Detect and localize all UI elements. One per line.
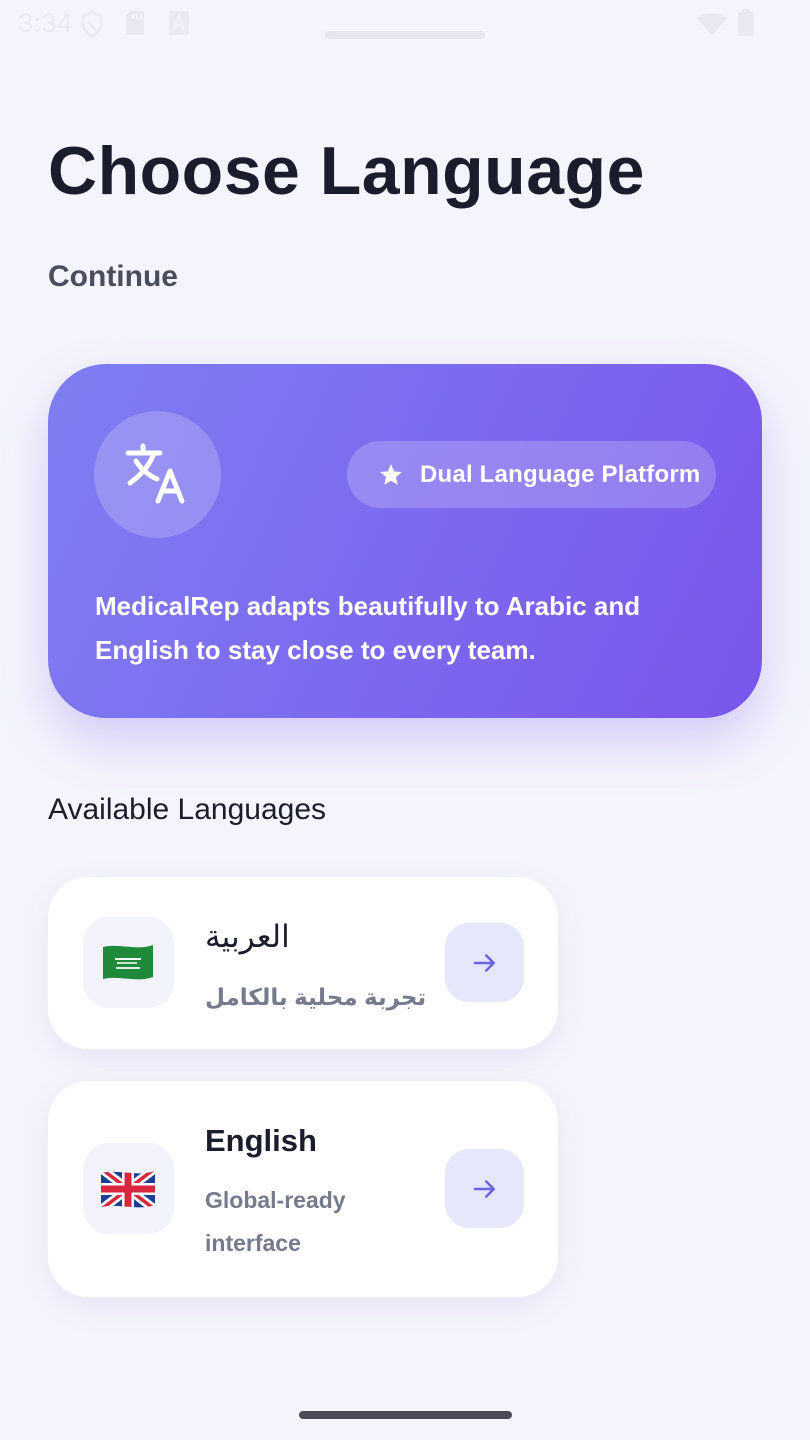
hero-description: MedicalRep adapts beautifully to Arabic …: [95, 591, 641, 665]
status-time: 3:34: [18, 8, 73, 38]
badge-label: Dual Language Platform: [420, 460, 701, 488]
translate-icon-container: [94, 411, 221, 538]
star-icon: [378, 462, 404, 488]
language-subtitle-english: Global-ready interface: [205, 1187, 346, 1256]
language-name-english: English: [205, 1123, 317, 1158]
wifi-icon: [696, 12, 728, 41]
language-subtitle-arabic: تجربة محلية بالكامل: [205, 984, 427, 1010]
dual-language-badge: Dual Language Platform: [347, 441, 716, 508]
saudi-flag-icon: [103, 945, 153, 980]
status-bar: 3:34: [0, 0, 810, 48]
top-drag-handle: [325, 31, 485, 39]
language-card-english[interactable]: English Global-ready interface: [48, 1081, 558, 1297]
home-indicator[interactable]: [299, 1411, 512, 1419]
flag-container: [83, 917, 174, 1008]
font-a-icon: [168, 10, 190, 41]
sd-card-icon: [124, 10, 146, 41]
select-english-button[interactable]: [445, 1149, 524, 1228]
arrow-right-icon: [473, 1179, 495, 1198]
hero-card: Dual Language Platform MedicalRep adapts…: [48, 364, 762, 718]
available-languages-heading: Available Languages: [48, 793, 327, 826]
battery-icon: [737, 9, 755, 42]
uk-flag-icon: [101, 1171, 155, 1208]
continue-label[interactable]: Continue: [48, 260, 178, 294]
select-arabic-button[interactable]: [445, 923, 524, 1002]
arrow-right-icon: [473, 953, 495, 972]
flag-container: [83, 1143, 174, 1234]
shield-icon: [80, 10, 104, 43]
language-name-arabic: العربية: [205, 919, 290, 954]
page-title: Choose Language: [48, 133, 645, 209]
translate-icon: [125, 443, 185, 504]
language-card-arabic[interactable]: العربية تجربة محلية بالكامل: [48, 877, 558, 1049]
